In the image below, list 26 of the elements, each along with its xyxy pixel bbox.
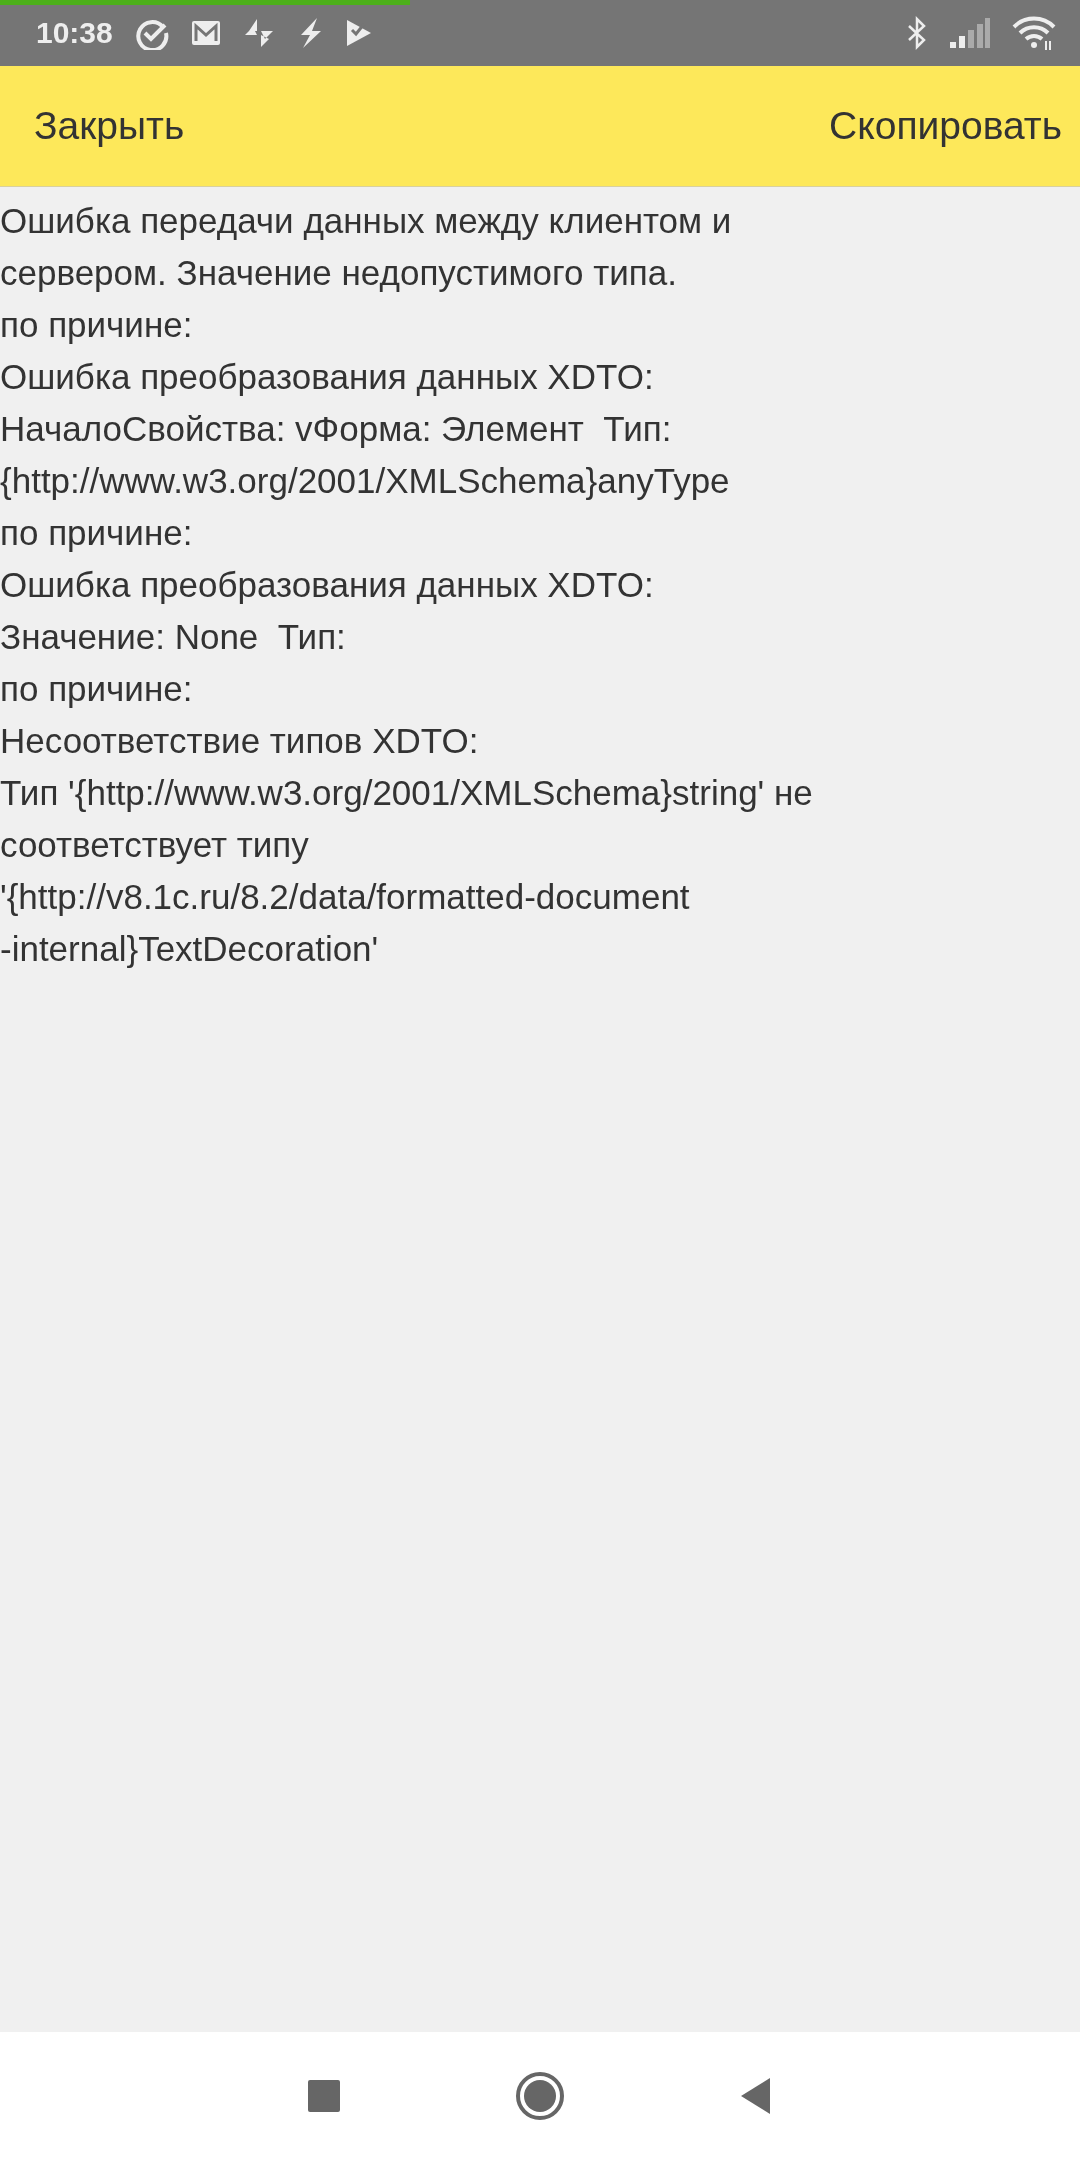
bluetooth-icon — [906, 16, 928, 50]
error-text-line: по причине: — [0, 668, 193, 710]
mail-icon — [190, 20, 221, 46]
error-text-line: Ошибка передачи данных между клиентом и — [0, 200, 732, 242]
recents-icon[interactable] — [307, 2080, 340, 2112]
error-text-line: Значение: None Тип: — [0, 616, 346, 658]
error-text-line: Несоответствие типов XDTO: — [0, 720, 479, 762]
status-time: 10:38 — [36, 16, 113, 50]
error-text-line: {http://www.w3.org/2001/XMLSchema}anyType — [0, 460, 730, 502]
back-icon[interactable] — [740, 2077, 773, 2115]
close-button[interactable]: Закрыть — [28, 94, 191, 158]
error-text-line: Ошибка преобразования данных XDTO: — [0, 356, 654, 398]
error-text-line: -internal}TextDecoration' — [0, 928, 379, 970]
signal-icon — [950, 18, 990, 48]
error-text-line: Тип '{http://www.w3.org/2001/XMLSchema}string' не — [0, 772, 813, 814]
error-text-line: соответствует типу — [0, 824, 309, 866]
error-text-line: сервером. Значение недопустимого типа. — [0, 252, 677, 294]
copy-button[interactable]: Скопировать — [823, 94, 1068, 158]
error-text-line: по причине: — [0, 512, 193, 554]
error-text-line: по причине: — [0, 304, 193, 346]
error-text-line: Ошибка преобразования данных XDTO: — [0, 564, 654, 606]
wifi-icon — [1012, 15, 1056, 51]
home-icon[interactable] — [515, 2071, 565, 2121]
error-text-line: НачалоСвойства: vФорма: Элемент Тип: — [0, 408, 672, 450]
check-flag-icon — [344, 18, 373, 48]
error-text-line: '{http://v8.1c.ru/8.2/data/formatted-document — [0, 876, 690, 918]
